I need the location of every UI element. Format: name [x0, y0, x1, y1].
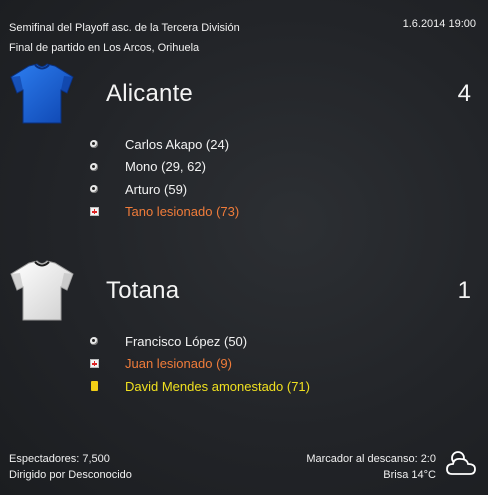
venue-label: Final de partido en Los Arcos, Orihuela: [9, 42, 200, 54]
event-row: Juan lesionado (9): [89, 353, 310, 376]
match-date: 1.6.2014 19:00: [402, 18, 476, 30]
competition-label: Semifinal del Playoff asc. de la Tercera…: [9, 22, 240, 34]
event-text[interactable]: Arturo (59): [125, 182, 187, 197]
yellow-card-icon: [89, 381, 99, 392]
event-text[interactable]: David Mendes amonestado (71): [125, 379, 310, 394]
ball-icon: [89, 184, 99, 194]
away-shirt-icon: [10, 260, 74, 321]
ball-icon: [89, 139, 99, 149]
event-row: Francisco López (50): [89, 330, 310, 353]
footer-info: Espectadores: 7,500 Dirigido por Descono…: [9, 451, 132, 483]
referee-label: Dirigido por Desconocido: [9, 469, 132, 481]
away-score: 1: [457, 277, 471, 304]
event-text[interactable]: Francisco López (50): [125, 334, 247, 349]
ball-icon: [89, 336, 99, 346]
event-row: Tano lesionado (73): [89, 201, 239, 224]
halftime-score-label: Marcador al descanso: 2:0: [306, 453, 436, 465]
home-events: Carlos Akapo (24) Mono (29, 62) Arturo (…: [89, 133, 239, 223]
home-score: 4: [457, 80, 471, 107]
event-text[interactable]: Carlos Akapo (24): [125, 137, 229, 152]
event-row: David Mendes amonestado (71): [89, 375, 310, 398]
home-team-name[interactable]: Alicante: [106, 80, 193, 108]
event-text[interactable]: Juan lesionado (9): [125, 356, 232, 371]
away-events: Francisco López (50) Juan lesionado (9) …: [89, 330, 310, 398]
injury-icon: [89, 207, 99, 217]
footer-stats: Marcador al descanso: 2:0 Brisa 14°C: [306, 451, 436, 483]
cloudy-icon: [446, 451, 476, 475]
event-text[interactable]: Mono (29, 62): [125, 159, 206, 174]
away-team-name[interactable]: Totana: [106, 277, 179, 305]
event-row: Arturo (59): [89, 178, 239, 201]
ball-icon: [89, 162, 99, 172]
home-shirt-icon: [10, 63, 74, 124]
event-text[interactable]: Tano lesionado (73): [125, 204, 239, 219]
event-row: Carlos Akapo (24): [89, 133, 239, 156]
event-row: Mono (29, 62): [89, 156, 239, 179]
match-info: Semifinal del Playoff asc. de la Tercera…: [9, 18, 240, 58]
weather-label: Brisa 14°C: [383, 469, 436, 481]
injury-icon: [89, 359, 99, 369]
attendance-label: Espectadores: 7,500: [9, 453, 110, 465]
